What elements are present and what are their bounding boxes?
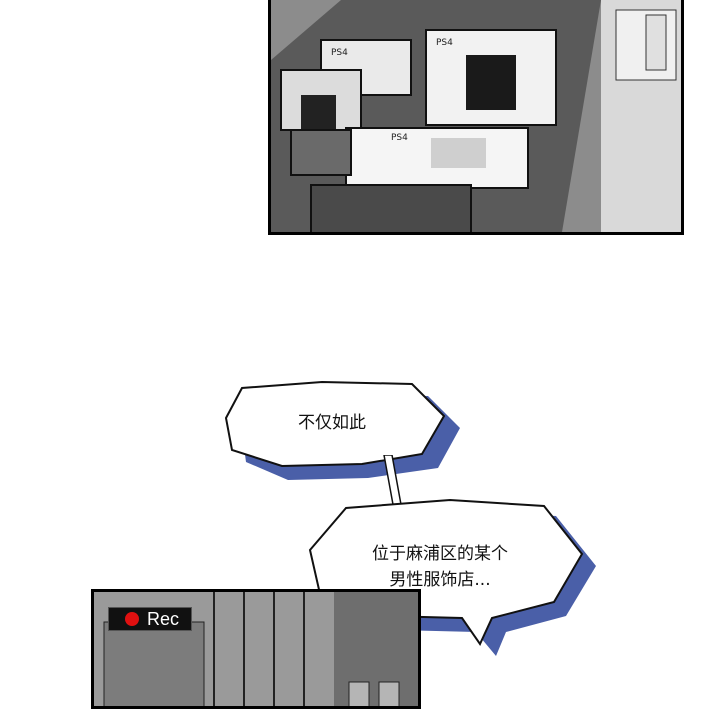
bubble-2-text: 位于麻浦区的某个 男性服饰店... xyxy=(340,541,540,593)
rec-label: Rec xyxy=(147,608,180,629)
rec-indicator: Rec xyxy=(108,607,192,631)
bubble-2-line-1: 位于麻浦区的某个 xyxy=(372,544,508,564)
store-shelf-illustration: PS4 PS4 PS4 xyxy=(271,0,681,232)
record-dot-icon xyxy=(125,612,139,626)
svg-text:PS4: PS4 xyxy=(391,133,408,143)
manga-panel-store-shelf: PS4 PS4 PS4 xyxy=(268,0,684,235)
svg-text:PS4: PS4 xyxy=(331,48,348,58)
svg-text:PS4: PS4 xyxy=(436,38,453,48)
bubble-1-text: 不仅如此 xyxy=(298,413,366,433)
